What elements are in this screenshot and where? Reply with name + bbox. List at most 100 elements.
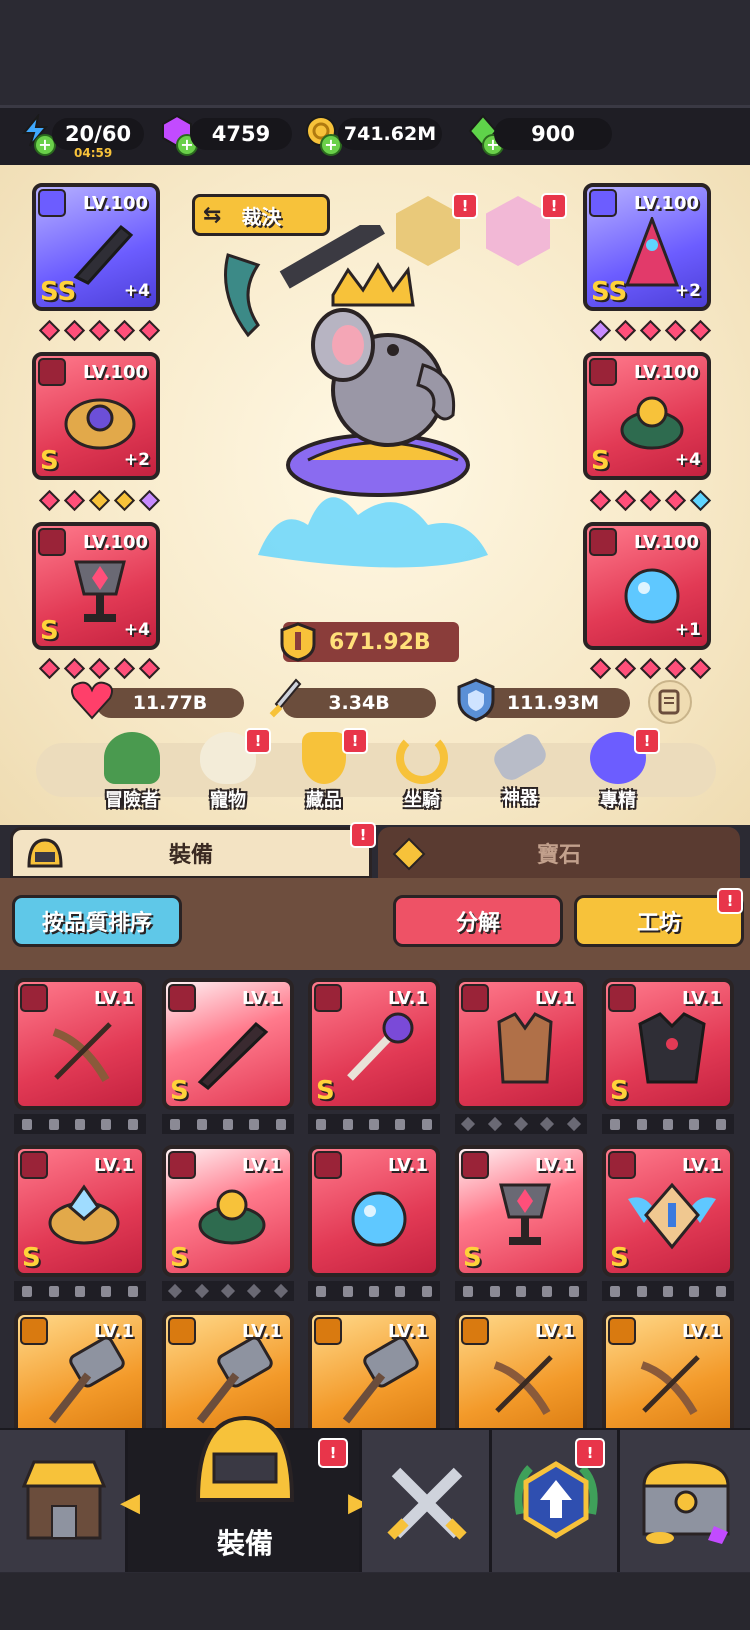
- inventory-item[interactable]: LV.1: [602, 1311, 734, 1429]
- amber-ring-icon: [620, 396, 684, 450]
- equipped-necklace-rank: S: [40, 616, 59, 646]
- item-level: LV.1: [682, 1321, 722, 1342]
- menu-artifact-label: 神器: [502, 788, 538, 809]
- equipment-tab-alert-badge: !: [350, 822, 376, 848]
- amber-ring-icon: [198, 1189, 266, 1245]
- horseshoe-mount-icon: [396, 732, 448, 784]
- crossbow-icon: [493, 1355, 553, 1416]
- inventory-item[interactable]: LV.1: [308, 1311, 440, 1429]
- treasure-chest-icon: [642, 1460, 730, 1544]
- inventory-item[interactable]: LV.1: [455, 1311, 587, 1429]
- decompose-button[interactable]: 分解: [393, 895, 563, 947]
- item-level: LV.1: [242, 1155, 282, 1176]
- nav-chest-button[interactable]: [620, 1430, 750, 1572]
- gems-value: 4759: [190, 118, 292, 150]
- blue-orb-icon: [624, 568, 680, 624]
- inventory-item[interactable]: LV.1 S: [162, 1145, 294, 1277]
- menu-mount-label: 坐騎: [404, 790, 440, 811]
- combat-power-display: 671.92B: [280, 622, 459, 662]
- equipped-ring2-level: LV.100: [633, 362, 699, 383]
- equipped-armor-slot[interactable]: LV.100 SS +2: [583, 183, 711, 311]
- equipped-amulet-plus: +1: [674, 620, 701, 640]
- blue-orb-icon: [351, 1191, 407, 1247]
- crossed-swords-icon: [387, 1467, 467, 1540]
- inventory-item[interactable]: LV.1 S: [455, 1145, 587, 1277]
- hp-stat: 11.77B: [96, 688, 244, 718]
- sword-type-icon: [461, 1317, 489, 1345]
- item-level: LV.1: [535, 1155, 575, 1176]
- item-level: LV.1: [242, 988, 282, 1009]
- equipped-ring2-slot[interactable]: LV.100 S +4: [583, 352, 711, 480]
- item-level: LV.1: [94, 1155, 134, 1176]
- weapon-gem-slots: [38, 319, 161, 342]
- defense-stat: 111.93M: [476, 688, 630, 718]
- item-rank: S: [170, 1243, 189, 1273]
- hammer-icon: [48, 1337, 125, 1424]
- armor-icon: [589, 189, 617, 217]
- menu-artifact[interactable]: 神器: [480, 729, 560, 812]
- equipped-ring2-rank: S: [591, 446, 610, 476]
- inventory-item[interactable]: LV.1: [14, 1311, 146, 1429]
- stats-detail-button[interactable]: [648, 680, 692, 724]
- hp-stat-value: 11.77B: [132, 692, 208, 714]
- lock-row: [602, 1281, 734, 1301]
- item-level: LV.1: [388, 1155, 428, 1176]
- equipped-amulet-level: LV.100: [633, 532, 699, 553]
- inventory-item[interactable]: LV.1 S: [162, 978, 294, 1110]
- sort-by-quality-button[interactable]: 按品質排序: [12, 895, 182, 947]
- inventory-item[interactable]: LV.1 S: [602, 1145, 734, 1277]
- defense-stat-value: 111.93M: [506, 692, 600, 714]
- item-level: LV.1: [535, 988, 575, 1009]
- sword-icon: [197, 1021, 269, 1090]
- equipped-weapon-slot[interactable]: LV.100 SS +4: [32, 183, 160, 311]
- sword-attack-icon: [269, 678, 302, 718]
- inventory-item[interactable]: LV.1: [308, 1145, 440, 1277]
- tab-gems-label: 寶石: [536, 843, 581, 868]
- sword-icon: [38, 189, 66, 217]
- nav-battle-button[interactable]: [362, 1430, 492, 1572]
- nav-equipment-label: 裝備: [216, 1527, 273, 1560]
- menu-adventurer[interactable]: 冒險者: [92, 732, 172, 812]
- inventory-item[interactable]: LV.1: [14, 978, 146, 1110]
- inventory-item[interactable]: LV.1: [455, 978, 587, 1110]
- power-shield-icon: [280, 622, 316, 662]
- lock-row: [308, 1114, 440, 1134]
- necklace-type-icon: [608, 1151, 636, 1179]
- nav-shop-button[interactable]: [0, 1430, 128, 1572]
- trophy-collection-icon: [302, 732, 346, 784]
- equipped-amulet-slot[interactable]: LV.100 +1: [583, 522, 711, 650]
- equipped-ring-slot[interactable]: LV.100 S +2: [32, 352, 160, 480]
- workshop-alert-badge: !: [717, 888, 743, 914]
- collection-alert-badge: !: [342, 728, 368, 754]
- crystal-ring-icon: [48, 1184, 120, 1245]
- nav-prev-arrow-icon: ◀: [120, 1488, 140, 1518]
- equipped-armor-rank: SS: [591, 277, 628, 307]
- menu-mastery-label: 專精: [600, 790, 636, 811]
- menu-mount[interactable]: 坐騎: [382, 732, 462, 812]
- item-rank: S: [170, 1076, 189, 1106]
- equipped-ring-level: LV.100: [82, 362, 148, 383]
- equipped-necklace-slot[interactable]: LV.100 S +4: [32, 522, 160, 650]
- gold-ring-icon: [64, 398, 136, 450]
- vest-icon: [497, 1012, 553, 1084]
- inventory-item[interactable]: LV.1 S: [308, 978, 440, 1110]
- item-level: LV.1: [682, 1155, 722, 1176]
- amulet-gem-slots: [589, 657, 712, 680]
- heart-icon: [71, 681, 113, 720]
- item-rank: S: [463, 1243, 482, 1273]
- tab-equipment-label: 裝備: [168, 843, 213, 868]
- tab-equipment[interactable]: 裝備: [10, 827, 372, 879]
- inventory-item[interactable]: LV.1 S: [602, 978, 734, 1110]
- lock-row: [14, 1114, 146, 1134]
- elephant-hero-character: [218, 216, 518, 605]
- tab-gems[interactable]: 寶石: [378, 827, 740, 879]
- equipped-necklace-level: LV.100: [82, 532, 148, 553]
- inventory-item[interactable]: LV.1 S: [14, 1145, 146, 1277]
- equipped-ring-rank: S: [40, 446, 59, 476]
- upgrade-nav-alert-badge: !: [575, 1438, 605, 1468]
- necklace-gem-slots: [38, 657, 161, 680]
- item-level: LV.1: [535, 1321, 575, 1342]
- lock-row: [162, 1114, 294, 1134]
- equipment-nav-alert-badge: !: [318, 1438, 348, 1468]
- chalice-icon: [499, 1183, 551, 1245]
